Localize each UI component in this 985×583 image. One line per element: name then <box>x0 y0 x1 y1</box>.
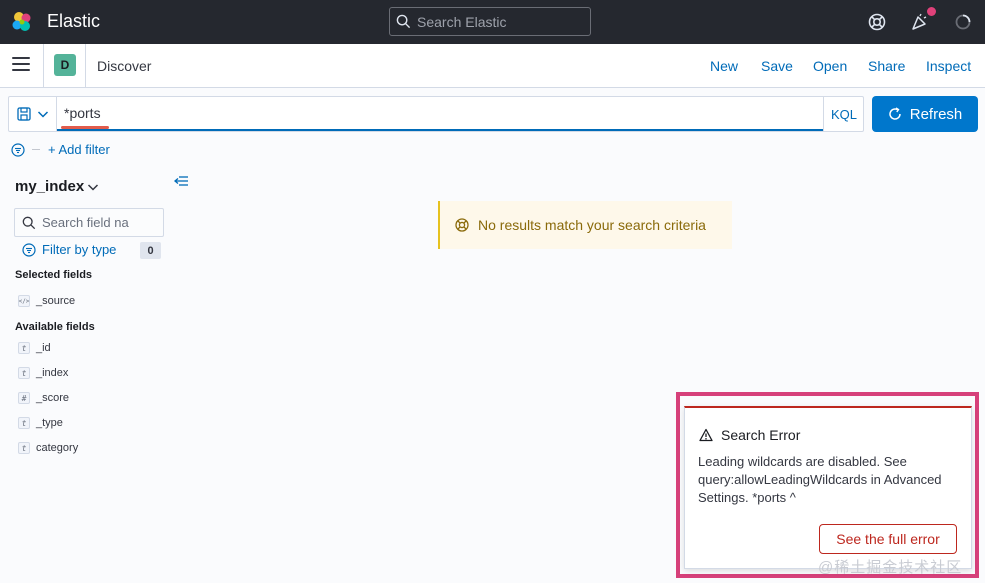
string-type-icon: t <box>18 417 30 429</box>
saved-query-button[interactable] <box>9 97 57 131</box>
field-item-type[interactable]: t _type <box>18 415 63 431</box>
share-button[interactable]: Share <box>868 58 905 74</box>
breadcrumb: Discover <box>97 58 152 74</box>
elastic-logo-icon[interactable] <box>10 10 34 34</box>
field-search-input[interactable]: Search field na <box>14 208 164 237</box>
selected-fields-title: Selected fields <box>15 269 93 281</box>
chevron-down-icon[interactable] <box>87 181 99 193</box>
query-language-button[interactable]: KQL <box>823 97 864 131</box>
space-avatar[interactable]: D <box>54 54 76 76</box>
divider <box>32 149 40 150</box>
field-name: _index <box>36 367 69 379</box>
search-icon <box>396 14 411 29</box>
field-name: _source <box>36 295 76 307</box>
field-name: _type <box>36 417 63 429</box>
search-icon <box>22 216 36 229</box>
refresh-icon <box>888 107 901 120</box>
brand-title[interactable]: Elastic <box>47 11 100 32</box>
field-name: _id <box>36 342 51 354</box>
index-pattern-title[interactable]: my_index <box>15 178 84 195</box>
field-item-category[interactable]: t category <box>18 440 78 456</box>
new-button[interactable]: New <box>710 58 738 74</box>
global-search-input[interactable]: Search Elastic <box>389 7 591 36</box>
help-icon[interactable] <box>867 12 887 32</box>
toast-title-text: Search Error <box>721 427 801 443</box>
query-bar: KQL <box>8 96 864 132</box>
available-fields-title: Available fields <box>15 321 95 333</box>
filter-by-type-button[interactable]: Filter by type <box>22 242 116 257</box>
alert-icon <box>699 428 713 442</box>
error-underline <box>61 126 109 129</box>
global-search-placeholder: Search Elastic <box>417 13 507 30</box>
notification-dot <box>927 7 936 16</box>
open-button[interactable]: Open <box>813 58 847 74</box>
string-type-icon: t <box>18 442 30 454</box>
save-icon <box>16 107 31 121</box>
global-header: Elastic Search Elastic <box>0 0 985 44</box>
field-item-id[interactable]: t _id <box>18 340 51 356</box>
source-type-icon: </> <box>18 295 30 307</box>
error-toast: Search Error Leading wildcards are disab… <box>684 406 972 569</box>
divider <box>85 44 86 88</box>
field-name: _score <box>36 392 70 404</box>
divider <box>43 44 44 88</box>
field-item-index[interactable]: t _index <box>18 365 68 381</box>
no-results-callout: No results match your search criteria <box>438 201 732 249</box>
number-type-icon: # <box>18 392 30 404</box>
filter-by-type-label: Filter by type <box>42 242 117 257</box>
field-name: category <box>36 442 79 454</box>
no-results-text: No results match your search criteria <box>478 217 706 233</box>
toast-title: Search Error <box>699 427 800 443</box>
watermark: @稀土掘金技术社区 <box>818 559 963 576</box>
field-search-placeholder: Search field na <box>42 215 129 230</box>
refresh-button[interactable]: Refresh <box>872 96 978 132</box>
filter-icon <box>22 242 36 257</box>
string-type-icon: t <box>18 342 30 354</box>
string-type-icon: t <box>18 367 30 379</box>
newsfeed-icon[interactable] <box>910 12 930 32</box>
inspect-button[interactable]: Inspect <box>926 58 971 74</box>
field-item-source[interactable]: </> _source <box>18 293 75 309</box>
save-button[interactable]: Save <box>761 58 793 74</box>
see-full-error-button[interactable]: See the full error <box>819 524 957 554</box>
menu-icon[interactable] <box>12 57 30 73</box>
loading-icon <box>955 14 971 30</box>
query-input[interactable] <box>57 97 823 131</box>
refresh-label: Refresh <box>909 105 963 123</box>
field-item-score[interactable]: # _score <box>18 390 69 406</box>
filter-options-icon[interactable] <box>11 143 25 157</box>
app-bar: D Discover New Save Open Share Inspect <box>0 44 985 88</box>
filter-count-badge: 0 <box>140 242 161 259</box>
collapse-sidebar-icon[interactable] <box>173 174 189 188</box>
toast-message: Leading wildcards are disabled. See quer… <box>698 454 942 505</box>
help-icon <box>455 218 469 232</box>
chevron-down-icon <box>37 111 48 118</box>
add-filter-button[interactable]: + Add filter <box>48 142 110 157</box>
